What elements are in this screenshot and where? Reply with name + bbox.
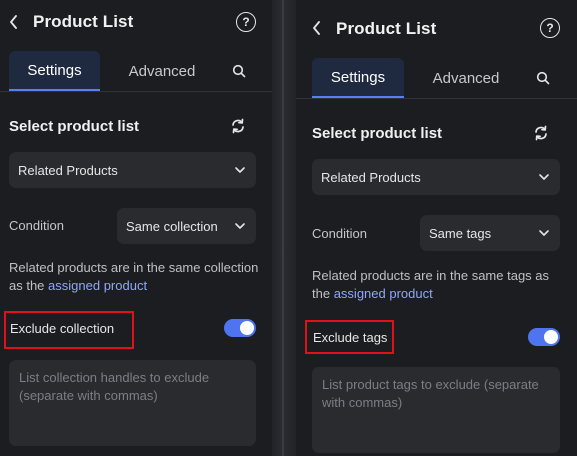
back-chevron-icon[interactable] xyxy=(7,15,21,29)
exclude-textarea[interactable]: List product tags to exclude (separate w… xyxy=(312,367,560,453)
help-icon[interactable]: ? xyxy=(540,18,560,38)
tab-settings[interactable]: Settings xyxy=(312,58,404,98)
product-list-select-value: Related Products xyxy=(18,162,118,178)
help-icon[interactable]: ? xyxy=(236,12,256,32)
exclude-toggle[interactable] xyxy=(224,319,256,337)
section-title: Select product list xyxy=(312,125,443,142)
condition-select-value: Same collection xyxy=(126,218,218,234)
gap-divider-line xyxy=(282,0,284,456)
tab-bar: Settings Advanced xyxy=(312,58,558,98)
search-icon[interactable] xyxy=(528,58,558,98)
highlight-box xyxy=(4,311,134,349)
settings-panel-right: Product List ? Settings Advanced Select … xyxy=(296,0,577,456)
condition-description: Related products are in the same collect… xyxy=(9,259,261,295)
condition-select[interactable]: Same collection xyxy=(117,208,256,244)
gap-fill xyxy=(272,0,296,456)
assigned-product-link[interactable]: assigned product xyxy=(48,278,147,293)
product-list-select-value: Related Products xyxy=(321,169,421,185)
condition-select-value: Same tags xyxy=(429,225,492,241)
search-icon[interactable] xyxy=(224,51,254,91)
tab-settings[interactable]: Settings xyxy=(9,51,100,91)
exclude-textarea[interactable]: List collection handles to exclude (sepa… xyxy=(9,360,256,446)
panel-gap xyxy=(272,0,296,456)
refresh-icon[interactable] xyxy=(229,117,247,135)
tab-advanced[interactable]: Advanced xyxy=(404,58,528,98)
back-chevron-icon[interactable] xyxy=(310,21,324,35)
page-title: Product List xyxy=(336,19,437,38)
assigned-product-link[interactable]: assigned product xyxy=(334,286,433,301)
chevron-down-icon xyxy=(539,174,549,180)
product-list-select[interactable]: Related Products xyxy=(9,152,256,188)
panel-header: Product List ? xyxy=(0,2,272,42)
condition-description: Related products are in the same tags as… xyxy=(312,267,564,303)
product-list-select[interactable]: Related Products xyxy=(312,159,560,195)
chevron-down-icon xyxy=(235,223,245,229)
panel-header: Product List ? xyxy=(296,8,577,48)
toggle-knob xyxy=(544,330,558,344)
tab-advanced[interactable]: Advanced xyxy=(100,51,224,91)
refresh-icon[interactable] xyxy=(532,124,550,142)
tab-bar: Settings Advanced xyxy=(9,51,254,91)
toggle-knob xyxy=(240,321,254,335)
page-title: Product List xyxy=(33,12,134,31)
settings-panel-left: Product List ? Settings Advanced Select … xyxy=(0,0,272,456)
section-title: Select product list xyxy=(9,118,140,135)
exclude-toggle[interactable] xyxy=(528,328,560,346)
tab-divider xyxy=(0,91,272,92)
tab-divider xyxy=(296,98,577,99)
condition-select[interactable]: Same tags xyxy=(420,215,560,251)
chevron-down-icon xyxy=(539,230,549,236)
chevron-down-icon xyxy=(235,167,245,173)
condition-label: Condition xyxy=(312,226,367,241)
highlight-box xyxy=(305,320,394,354)
condition-label: Condition xyxy=(9,218,64,233)
